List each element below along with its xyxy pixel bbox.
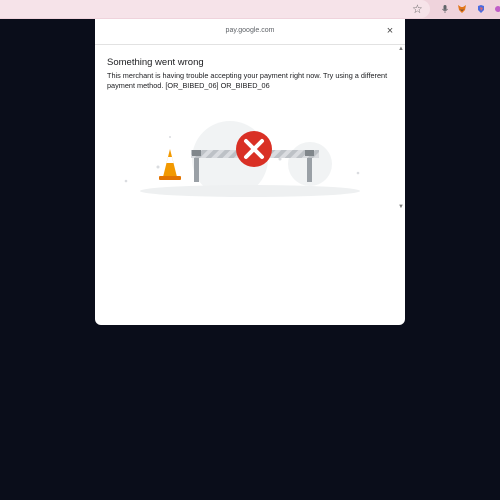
microphone-icon[interactable] [440, 4, 450, 14]
browser-toolbar: ☆ [0, 0, 500, 19]
close-button[interactable]: × [384, 25, 396, 37]
scroll-down-arrow-icon[interactable]: ▼ [397, 203, 405, 211]
error-title: Something went wrong [107, 57, 204, 68]
ground-shadow [140, 185, 360, 197]
dialog-header: pay.google.com × [95, 19, 405, 45]
payment-dialog: pay.google.com × ▲ ▼ Something went wron… [95, 19, 405, 325]
traffic-cone-icon [159, 149, 181, 180]
error-message: This merchant is having trouble acceptin… [107, 71, 388, 90]
error-content: Something went wrong This merchant is ha… [107, 57, 391, 90]
error-illustration [124, 121, 360, 197]
extension-icon[interactable] [492, 4, 500, 14]
scroll-up-arrow-icon[interactable]: ▲ [397, 45, 405, 53]
dialog-url: pay.google.com [225, 27, 275, 34]
error-x-icon [236, 131, 272, 167]
puzzle-extension-icon[interactable] [476, 4, 486, 14]
fox-extension-icon[interactable] [457, 4, 467, 14]
star-icon[interactable]: ☆ [412, 2, 423, 16]
address-bar[interactable] [0, 0, 430, 18]
